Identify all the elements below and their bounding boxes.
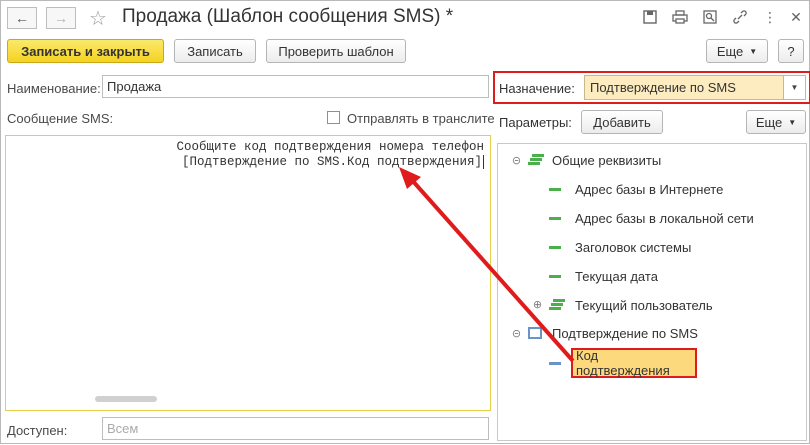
tree-group-label: Общие реквизиты: [552, 152, 662, 168]
purpose-label: Назначение:: [499, 81, 575, 96]
tree-item-label: Текущий пользователь: [575, 297, 713, 313]
sms-text-line-1: Сообщите код подтверждения номера телефо…: [176, 140, 484, 154]
tree-item-confirmation-code[interactable]: Код подтверждения: [571, 348, 697, 378]
name-input[interactable]: Продажа: [102, 75, 489, 98]
check-template-button[interactable]: Проверить шаблон: [266, 39, 406, 63]
tree-group-common[interactable]: Общие реквизиты: [528, 149, 661, 171]
add-parameter-button[interactable]: Добавить: [581, 110, 663, 134]
help-button[interactable]: ?: [778, 39, 804, 63]
save-disk-icon[interactable]: [641, 8, 659, 26]
tree-item-label: Текущая дата: [575, 268, 658, 284]
tree-item-label: Адрес базы в локальной сети: [575, 210, 754, 226]
link-icon[interactable]: [731, 8, 749, 26]
window-title: Продажа (Шаблон сообщения SMS) *: [122, 6, 454, 27]
print-icon[interactable]: [671, 8, 689, 26]
tree-group-label: Подтверждение по SMS: [552, 325, 698, 341]
dropdown-arrow-icon: ▼: [749, 46, 758, 56]
favorite-star-icon[interactable]: ☆: [89, 6, 107, 31]
tree-group-sms[interactable]: Подтверждение по SMS: [528, 322, 698, 344]
tree-item[interactable]: Адрес базы в локальной сети: [549, 207, 754, 229]
tree-item-label: Адрес базы в Интернете: [575, 181, 724, 197]
params-more-button[interactable]: Еще ▼: [746, 110, 806, 134]
more-button[interactable]: Еще ▼: [706, 39, 768, 63]
sms-message-textarea[interactable]: Сообщите код подтверждения номера телефо…: [5, 135, 491, 411]
attribute-icon: [549, 274, 561, 278]
dropdown-arrow-icon: ▼: [788, 117, 797, 127]
params-more-label: Еще: [755, 114, 783, 130]
translit-checkbox[interactable]: [327, 111, 340, 124]
collapse-icon[interactable]: ⊝: [511, 328, 522, 340]
attribute-icon: [549, 362, 561, 365]
text-cursor: [483, 155, 484, 169]
save-button[interactable]: Записать: [174, 39, 256, 63]
access-label: Доступен:: [7, 423, 68, 438]
expand-icon[interactable]: ⊕: [532, 299, 543, 311]
dialog-window: ← → ☆ Продажа (Шаблон сообщения SMS) * ⋮…: [0, 0, 810, 444]
tree-item[interactable]: Заголовок системы: [549, 236, 691, 258]
catalog-icon: [528, 327, 542, 339]
menu-dots-icon[interactable]: ⋮: [761, 8, 779, 26]
group-icon: [528, 154, 544, 166]
group-icon: [549, 299, 565, 311]
attribute-icon: [549, 216, 561, 220]
tree-item[interactable]: Адрес базы в Интернете: [549, 178, 723, 200]
preview-icon[interactable]: [701, 8, 719, 26]
horizontal-scrollbar[interactable]: [95, 396, 157, 402]
close-icon[interactable]: ✕: [787, 8, 805, 26]
name-label: Наименование:: [7, 81, 101, 96]
more-label: Еще: [716, 43, 744, 59]
sms-message-label: Сообщение SMS:: [7, 111, 114, 126]
title-bar: ← → ☆ Продажа (Шаблон сообщения SMS) * ⋮…: [1, 1, 809, 35]
forward-arrow-icon[interactable]: →: [46, 7, 76, 29]
tree-item[interactable]: Текущая дата: [549, 265, 658, 287]
attribute-icon: [549, 187, 561, 191]
tree-item-label: Заголовок системы: [575, 239, 692, 255]
save-and-close-button[interactable]: Записать и закрыть: [7, 39, 164, 63]
sms-text-line-2-content: [Подтверждение по SMS.Код подтверждения]: [181, 155, 482, 169]
collapse-icon[interactable]: ⊝: [511, 155, 522, 167]
translit-label: Отправлять в транслите: [347, 111, 495, 126]
back-arrow-icon[interactable]: ←: [7, 7, 37, 29]
tree-item[interactable]: Текущий пользователь: [549, 294, 713, 316]
attribute-icon: [549, 245, 561, 249]
purpose-select[interactable]: Подтверждение по SMS ▼: [584, 75, 806, 100]
parameters-label: Параметры:: [499, 115, 572, 130]
sms-text-line-2: [Подтверждение по SMS.Код подтверждения]: [182, 155, 484, 169]
access-input[interactable]: Всем: [102, 417, 489, 440]
purpose-dropdown-icon[interactable]: ▼: [783, 76, 805, 99]
tree-item-label: Код подтверждения: [576, 348, 670, 378]
purpose-value: Подтверждение по SMS: [590, 80, 736, 95]
